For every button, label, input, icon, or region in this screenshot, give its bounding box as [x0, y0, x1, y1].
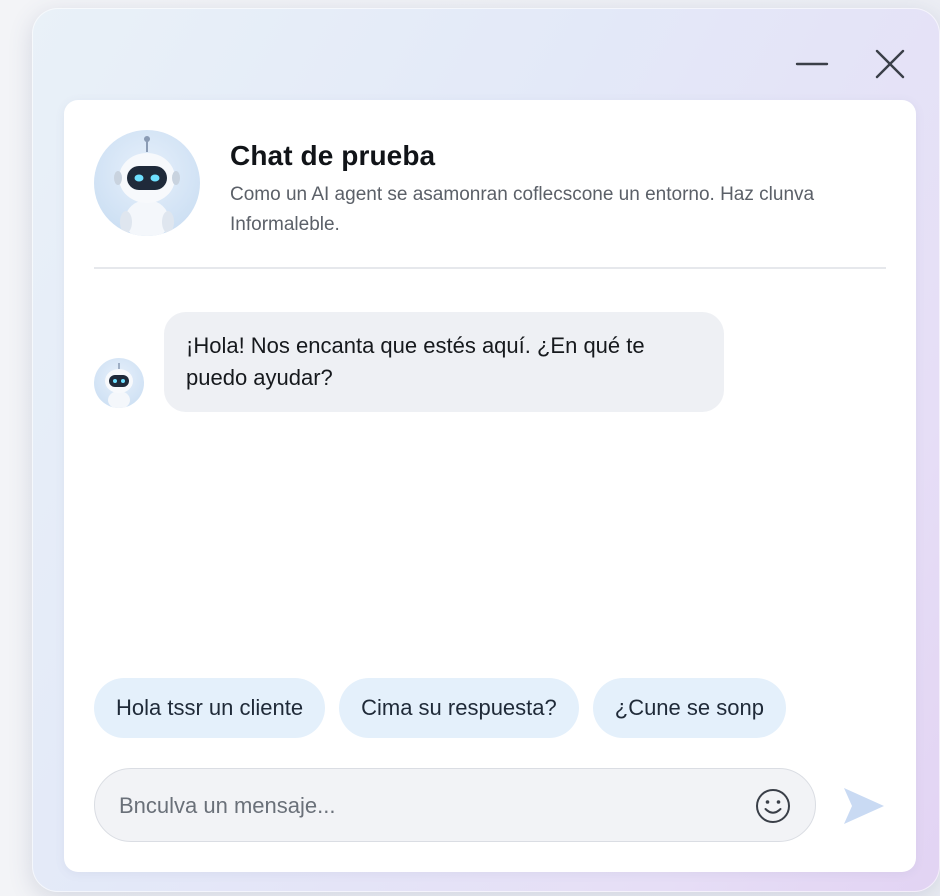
message-avatar — [94, 358, 144, 408]
minimize-button[interactable] — [792, 44, 832, 84]
suggestion-chip[interactable]: Cima su respuesta? — [339, 678, 579, 738]
message-input[interactable] — [117, 769, 721, 843]
close-button[interactable] — [870, 44, 910, 84]
minus-icon — [795, 62, 829, 66]
chat-title: Chat de prueba — [230, 140, 436, 171]
message-row: ¡Hola! Nos encanta que estés aquí. ¿En q… — [94, 312, 794, 422]
smiley-icon — [756, 789, 790, 823]
suggestion-chip[interactable]: Hola tssr un cliente — [94, 678, 326, 738]
header-divider — [94, 267, 886, 269]
chat-panel: Chat de prueba Como un AI agent se asamo… — [64, 100, 916, 872]
chat-window: Chat de prueba Como un AI agent se asamo… — [32, 8, 940, 892]
suggestion-chips: Hola tssr un cliente Cima su respuesta? ¿C… — [94, 678, 916, 738]
emoji-button[interactable] — [753, 786, 793, 826]
desktop-background: Chat de prueba Como un AI agent se asamo… — [0, 0, 940, 896]
robot-icon — [105, 363, 133, 408]
suggestion-chip[interactable]: ¿Cune se sonp — [592, 678, 786, 738]
send-button[interactable] — [840, 784, 888, 828]
chat-header: Chat de prueba Como un AI agent se asamo… — [64, 100, 916, 270]
message-composer — [94, 768, 816, 843]
bot-avatar — [94, 130, 200, 236]
robot-icon — [114, 136, 180, 236]
close-icon — [875, 49, 905, 79]
bot-message-bubble: ¡Hola! Nos encanta que estés aquí. ¿En q… — [164, 312, 724, 412]
chat-subtitle: Como un AI agent se asamonran coflecscon… — [230, 184, 815, 235]
send-icon — [844, 788, 884, 824]
